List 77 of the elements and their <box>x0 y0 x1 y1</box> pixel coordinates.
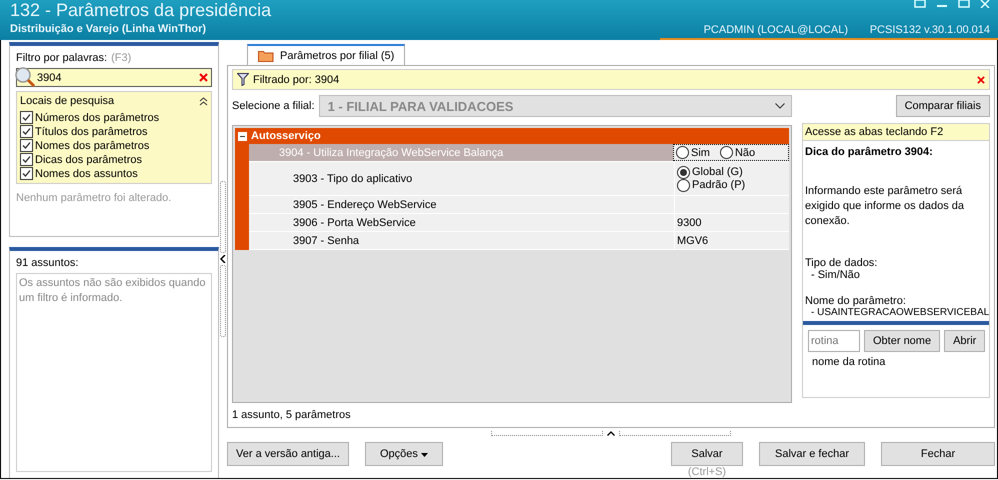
radio-label[interactable]: Global (G) <box>692 166 743 178</box>
close-button[interactable]: Fechar <box>881 442 995 466</box>
parameter-label: 3903 - Tipo do aplicativo <box>293 172 412 184</box>
status-text: Nenhum parâmetro foi alterado. <box>16 192 172 204</box>
checkbox-label[interactable]: Títulos dos parâmetros <box>35 126 148 138</box>
checkbox[interactable] <box>20 167 33 180</box>
funnel-icon <box>237 73 249 86</box>
checkbox-label[interactable]: Números dos parâmetros <box>35 112 160 124</box>
search-field[interactable]: 3904 <box>16 68 212 87</box>
parameter-label: 3907 - Senha <box>293 234 360 246</box>
branch-label: Selecione a filial: <box>232 100 315 112</box>
checkbox[interactable] <box>20 139 33 152</box>
filter-text: Filtrado por: 3904 <box>253 74 340 86</box>
chevron-down-icon <box>775 103 785 109</box>
hint-title: Dica do parâmetro 3904: <box>805 146 934 158</box>
routine-name-text: nome da rotina <box>811 356 886 368</box>
save-button[interactable]: Salvar <box>671 442 743 466</box>
options-button[interactable]: Opções <box>364 442 443 466</box>
parameter-label: 3906 - Porta WebService <box>293 216 416 228</box>
radio-button[interactable] <box>720 146 733 159</box>
chevron-up-icon[interactable] <box>607 430 615 436</box>
folder-icon <box>258 50 274 62</box>
routine-field[interactable]: rotina <box>808 330 860 352</box>
parameter-label: 3905 - Endereço WebService <box>293 198 436 210</box>
subjects-message: Os assuntos não são exibidos quando um filtro é informado. <box>16 273 212 472</box>
parameter-value[interactable]: 9300 <box>677 216 702 228</box>
close-icon[interactable] <box>980 0 992 8</box>
parameter-row[interactable]: 3907 - Senha MGV6 <box>249 232 789 250</box>
checkbox[interactable] <box>20 125 33 138</box>
maximize-icon[interactable] <box>958 0 970 8</box>
data-type-label: Tipo de dados: <box>805 257 878 269</box>
get-name-button[interactable]: Obter nome <box>864 330 940 352</box>
parameter-row[interactable]: 3903 - Tipo do aplicativo Global (G) Padrão (P) <box>249 162 789 196</box>
radio-button[interactable] <box>676 146 689 159</box>
tab[interactable]: Parâmetros por filial (5) <box>247 44 406 65</box>
collapse-icon[interactable] <box>238 132 247 140</box>
restore-icon[interactable] <box>914 0 926 8</box>
save-shortcut: (Ctrl+S) <box>688 466 726 478</box>
compare-button[interactable]: Comparar filiais <box>896 95 990 117</box>
user-info: PCADMIN (LOCAL@LOCAL) <box>704 24 848 36</box>
grid-summary: 1 assunto, 5 parâmetros <box>232 409 352 421</box>
parameter-row[interactable]: 3906 - Porta WebService 9300 <box>249 214 789 232</box>
clear-filter-icon[interactable] <box>977 76 985 84</box>
caret-icon <box>420 453 428 457</box>
checkbox-label[interactable]: Nomes dos parâmetros <box>35 140 150 152</box>
window-title: 132 - Parâmetros da presidência <box>10 0 272 20</box>
version-info: PCSIS132 v.30.1.00.014 <box>870 24 990 36</box>
checkbox[interactable] <box>20 153 33 166</box>
parameter-value[interactable]: MGV6 <box>677 234 708 246</box>
data-type-value: - Sim/Não <box>810 269 861 281</box>
checkbox-label[interactable]: Nomes dos assuntos <box>35 168 138 180</box>
hint-description: Informando este parâmetro será exigido que informe os dados da conexão. <box>805 184 965 229</box>
notice-text: Acesse as abas teclando F2 <box>802 123 990 141</box>
radio-label[interactable]: Não <box>734 146 756 158</box>
window-subtitle: Distribuição e Varejo (Linha WinThor) <box>10 23 206 35</box>
search-places-title: Locais de pesquisa <box>20 95 114 107</box>
radio-button[interactable] <box>677 178 690 192</box>
shortcut-hint: (F3) <box>111 52 132 64</box>
chevron-left-icon[interactable] <box>220 255 226 263</box>
checkbox[interactable] <box>20 111 33 124</box>
parameter-name-label: Nome do parâmetro: <box>805 295 907 307</box>
filter-label: Filtro por palavras: <box>16 52 108 64</box>
parameter-name-value: - USAINTEGRACAOWEBSERVICEBAL <box>810 307 987 318</box>
parameter-row[interactable]: 3905 - Endereço WebService <box>249 196 789 214</box>
checkbox-label[interactable]: Dicas dos parâmetros <box>35 154 142 166</box>
save-close-button[interactable]: Salvar e fechar <box>759 442 865 466</box>
parameter-row[interactable]: 3904 - Utiliza Integração WebService Balança Sim Não <box>249 144 789 162</box>
parameter-label: 3904 - Utiliza Integração WebService Balança <box>279 146 504 158</box>
collapse-icon[interactable] <box>199 96 208 106</box>
old-version-button[interactable]: Ver a versão antiga... <box>227 442 349 466</box>
clear-icon[interactable] <box>199 73 208 82</box>
subjects-count: 91 assuntos: <box>16 257 80 269</box>
radio-button[interactable] <box>677 166 690 178</box>
radio-label[interactable]: Padrão (P) <box>692 179 746 191</box>
open-button[interactable]: Abrir <box>944 330 986 352</box>
group-header[interactable]: Autosserviço <box>235 128 789 144</box>
radio-label[interactable]: Sim <box>691 146 710 158</box>
